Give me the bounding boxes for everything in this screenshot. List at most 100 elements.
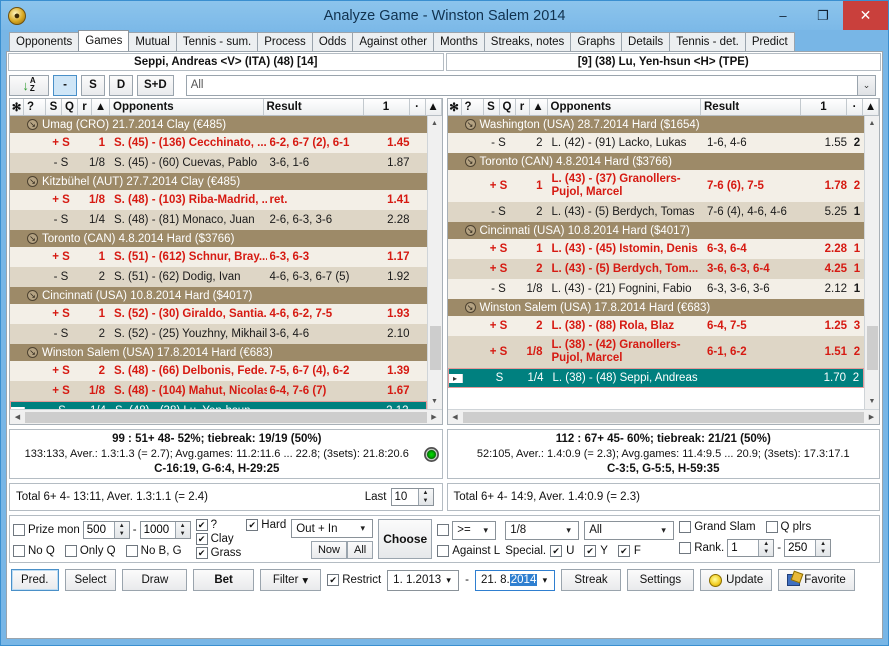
prize-from-value[interactable]: 500 <box>84 522 114 538</box>
draw-button[interactable]: Draw <box>122 569 188 591</box>
col-header-question[interactable]: ? <box>24 99 46 115</box>
scroll-thumb[interactable] <box>867 326 878 370</box>
tab-mutual[interactable]: Mutual <box>128 32 177 51</box>
scroll-right-icon[interactable]: ▶ <box>864 413 879 421</box>
collapse-icon[interactable]: ↘ <box>464 156 476 167</box>
rank-from-spinner[interactable]: 1 ▲ ▼ <box>727 539 775 557</box>
collapse-icon[interactable]: ↘ <box>27 176 38 187</box>
only-q-group[interactable]: Only Q <box>64 545 116 557</box>
tournament-group-row[interactable]: ↘ Kitzbühel (AUT) 27.7.2014 Clay (€485) <box>10 173 427 190</box>
match-row[interactable]: + S 1 L. (43) - (37) Granollers-Pujol, Mar… <box>447 170 864 202</box>
last-value[interactable]: 10 <box>392 489 418 505</box>
spinner-buttons[interactable]: ▲ ▼ <box>758 540 774 556</box>
match-row[interactable]: ▸ S 1/4 L. (38) - (48) Seppi, Andreas 1.70 2 <box>447 368 864 388</box>
surface-clay-checkbox[interactable] <box>195 533 208 545</box>
sort-az-button[interactable]: ↓ A Z <box>9 74 49 96</box>
scroll-track[interactable] <box>428 131 442 394</box>
filter-doubles-button[interactable]: D <box>109 74 133 96</box>
col-header-extra[interactable]: · <box>410 99 426 115</box>
prize-money-checkbox[interactable] <box>13 524 25 536</box>
tab-months[interactable]: Months <box>433 32 485 51</box>
scroll-down-icon[interactable]: ▼ <box>427 394 442 409</box>
col-header-scroll-up[interactable]: ▲ <box>863 99 879 115</box>
date-to-year[interactable]: 2014 <box>509 574 538 586</box>
surface-unknown-row[interactable]: ? <box>195 519 242 531</box>
only-q-checkbox[interactable] <box>64 545 77 557</box>
match-row[interactable]: - S 1/4 S. (48) - (81) Monaco, Juan 2-6, 6-… <box>10 210 427 230</box>
close-button[interactable]: ✕ <box>843 1 888 30</box>
col-header-odds-1[interactable]: 1 <box>364 99 410 115</box>
spin-down-icon[interactable]: ▼ <box>176 530 190 538</box>
choose-button[interactable]: Choose <box>378 519 433 559</box>
restrict-checkbox[interactable] <box>327 574 340 586</box>
streak-button[interactable]: Streak <box>561 569 621 591</box>
scroll-down-icon[interactable]: ▼ <box>865 394 879 409</box>
col-header-scroll-up[interactable]: ▲ <box>426 99 442 115</box>
tournament-group-row[interactable]: ↘ Washington (USA) 28.7.2014 Hard ($1654) <box>447 116 864 133</box>
no-q-group[interactable]: No Q <box>13 545 55 557</box>
spin-up-icon[interactable]: ▲ <box>759 540 773 548</box>
spin-down-icon[interactable]: ▼ <box>419 497 433 505</box>
spinner-buttons[interactable]: ▲ ▼ <box>417 489 433 505</box>
match-row[interactable]: - S 1/8 L. (43) - (21) Fognini, Fabio 6-3, … <box>447 279 864 299</box>
rank-from-value[interactable]: 1 <box>728 540 758 556</box>
special-u-checkbox[interactable] <box>550 545 563 558</box>
spin-down-icon[interactable]: ▼ <box>816 548 830 556</box>
spin-up-icon[interactable]: ▲ <box>419 489 433 497</box>
location-combo[interactable]: Out + In ▾ <box>291 519 374 539</box>
match-row[interactable]: - S 2 S. (52) - (25) Youzhny, Mikhail 3-6, … <box>10 324 427 344</box>
tab-process[interactable]: Process <box>257 32 313 51</box>
match-row[interactable]: + S 2 L. (43) - (5) Berdych, Tom... 3-6, 6-… <box>447 259 864 279</box>
left-grid-vertical-scrollbar[interactable]: ▲ ▼ <box>426 116 442 409</box>
col-header-sort-indicator[interactable]: ▲ <box>92 99 110 115</box>
match-row[interactable]: - S 2 L. (42) - (91) Lacko, Lukas 1-6, 4-6 1… <box>447 133 864 153</box>
col-header-star[interactable]: ✻ <box>10 99 24 115</box>
special-y-checkbox[interactable] <box>584 545 597 558</box>
col-header-opponents[interactable]: Opponents <box>110 99 264 115</box>
against-l-row[interactable]: Against L <box>437 545 500 558</box>
spinner-buttons[interactable]: ▲ ▼ <box>174 522 190 538</box>
tournament-filter-combo[interactable]: All ⌄ <box>185 74 876 96</box>
scroll-right-icon[interactable]: ▶ <box>427 413 442 421</box>
rank-to-spinner[interactable]: 250 ▲ ▼ <box>784 539 832 557</box>
maximize-button[interactable]: ❐ <box>803 1 843 30</box>
spinner-buttons[interactable]: ▲ ▼ <box>113 522 129 538</box>
col-header-s[interactable]: S <box>46 99 62 115</box>
bet-button[interactable]: Bet <box>193 569 254 591</box>
scroll-thumb[interactable] <box>429 326 441 370</box>
tab-odds[interactable]: Odds <box>311 32 354 51</box>
match-row[interactable]: + S 2 S. (48) - (66) Delbonis, Fede... 7-5,… <box>10 361 427 381</box>
rank-to-value[interactable]: 250 <box>785 540 815 556</box>
col-header-q[interactable]: Q <box>62 99 78 115</box>
match-row[interactable]: + S 1 S. (52) - (30) Giraldo, Santia... 4-6… <box>10 304 427 324</box>
tournament-group-row[interactable]: ↘ Winston Salem (USA) 17.8.2014 Hard (€68… <box>10 344 427 361</box>
surface-clay-row[interactable]: Clay <box>195 533 242 545</box>
scroll-left-icon[interactable]: ◀ <box>10 413 25 421</box>
prize-to-value[interactable]: 1000 <box>141 522 175 538</box>
match-row[interactable]: + S 1 S. (51) - (612) Schnur, Bray... 6-3, … <box>10 247 427 267</box>
chevron-down-icon[interactable]: ▾ <box>537 575 552 586</box>
col-header-r[interactable]: r <box>516 99 530 115</box>
tournament-group-row[interactable]: ↘ Cincinnati (USA) 10.8.2014 Hard ($4017) <box>10 287 427 304</box>
prize-to-spinner[interactable]: 1000 ▲ ▼ <box>139 521 191 539</box>
now-button[interactable]: Now <box>310 540 347 559</box>
surface-grass-checkbox[interactable] <box>195 547 208 559</box>
tournament-group-row[interactable]: ↘ Toronto (CAN) 4.8.2014 Hard ($3766) <box>447 153 864 170</box>
chevron-down-icon[interactable]: ▾ <box>441 575 456 586</box>
chevron-down-icon[interactable]: ▾ <box>561 525 576 536</box>
settings-button[interactable]: Settings <box>626 569 695 591</box>
collapse-icon[interactable]: ↘ <box>27 347 38 358</box>
scroll-left-icon[interactable]: ◀ <box>448 413 463 421</box>
collapse-icon[interactable]: ↘ <box>464 119 476 130</box>
right-grid-vertical-scrollbar[interactable]: ▲ ▼ <box>864 116 879 409</box>
match-row[interactable]: + S 1/8 L. (38) - (42) Granollers-Pujol, M… <box>447 336 864 368</box>
match-row[interactable]: + S 1/8 S. (48) - (104) Mahut, Nicolas 6-4,… <box>10 381 427 401</box>
q-plrs-checkbox[interactable] <box>765 521 778 533</box>
surface-hard-row[interactable]: Hard <box>246 519 286 531</box>
tab-tennis-det[interactable]: Tennis - det. <box>669 32 746 51</box>
comparison-operator-combo[interactable]: >= ▾ <box>452 520 497 540</box>
tab-streaks-notes[interactable]: Streaks, notes <box>483 32 572 51</box>
surface-unknown-checkbox[interactable] <box>195 519 208 531</box>
collapse-icon[interactable]: ↘ <box>27 290 38 301</box>
col-header-r[interactable]: r <box>78 99 92 115</box>
